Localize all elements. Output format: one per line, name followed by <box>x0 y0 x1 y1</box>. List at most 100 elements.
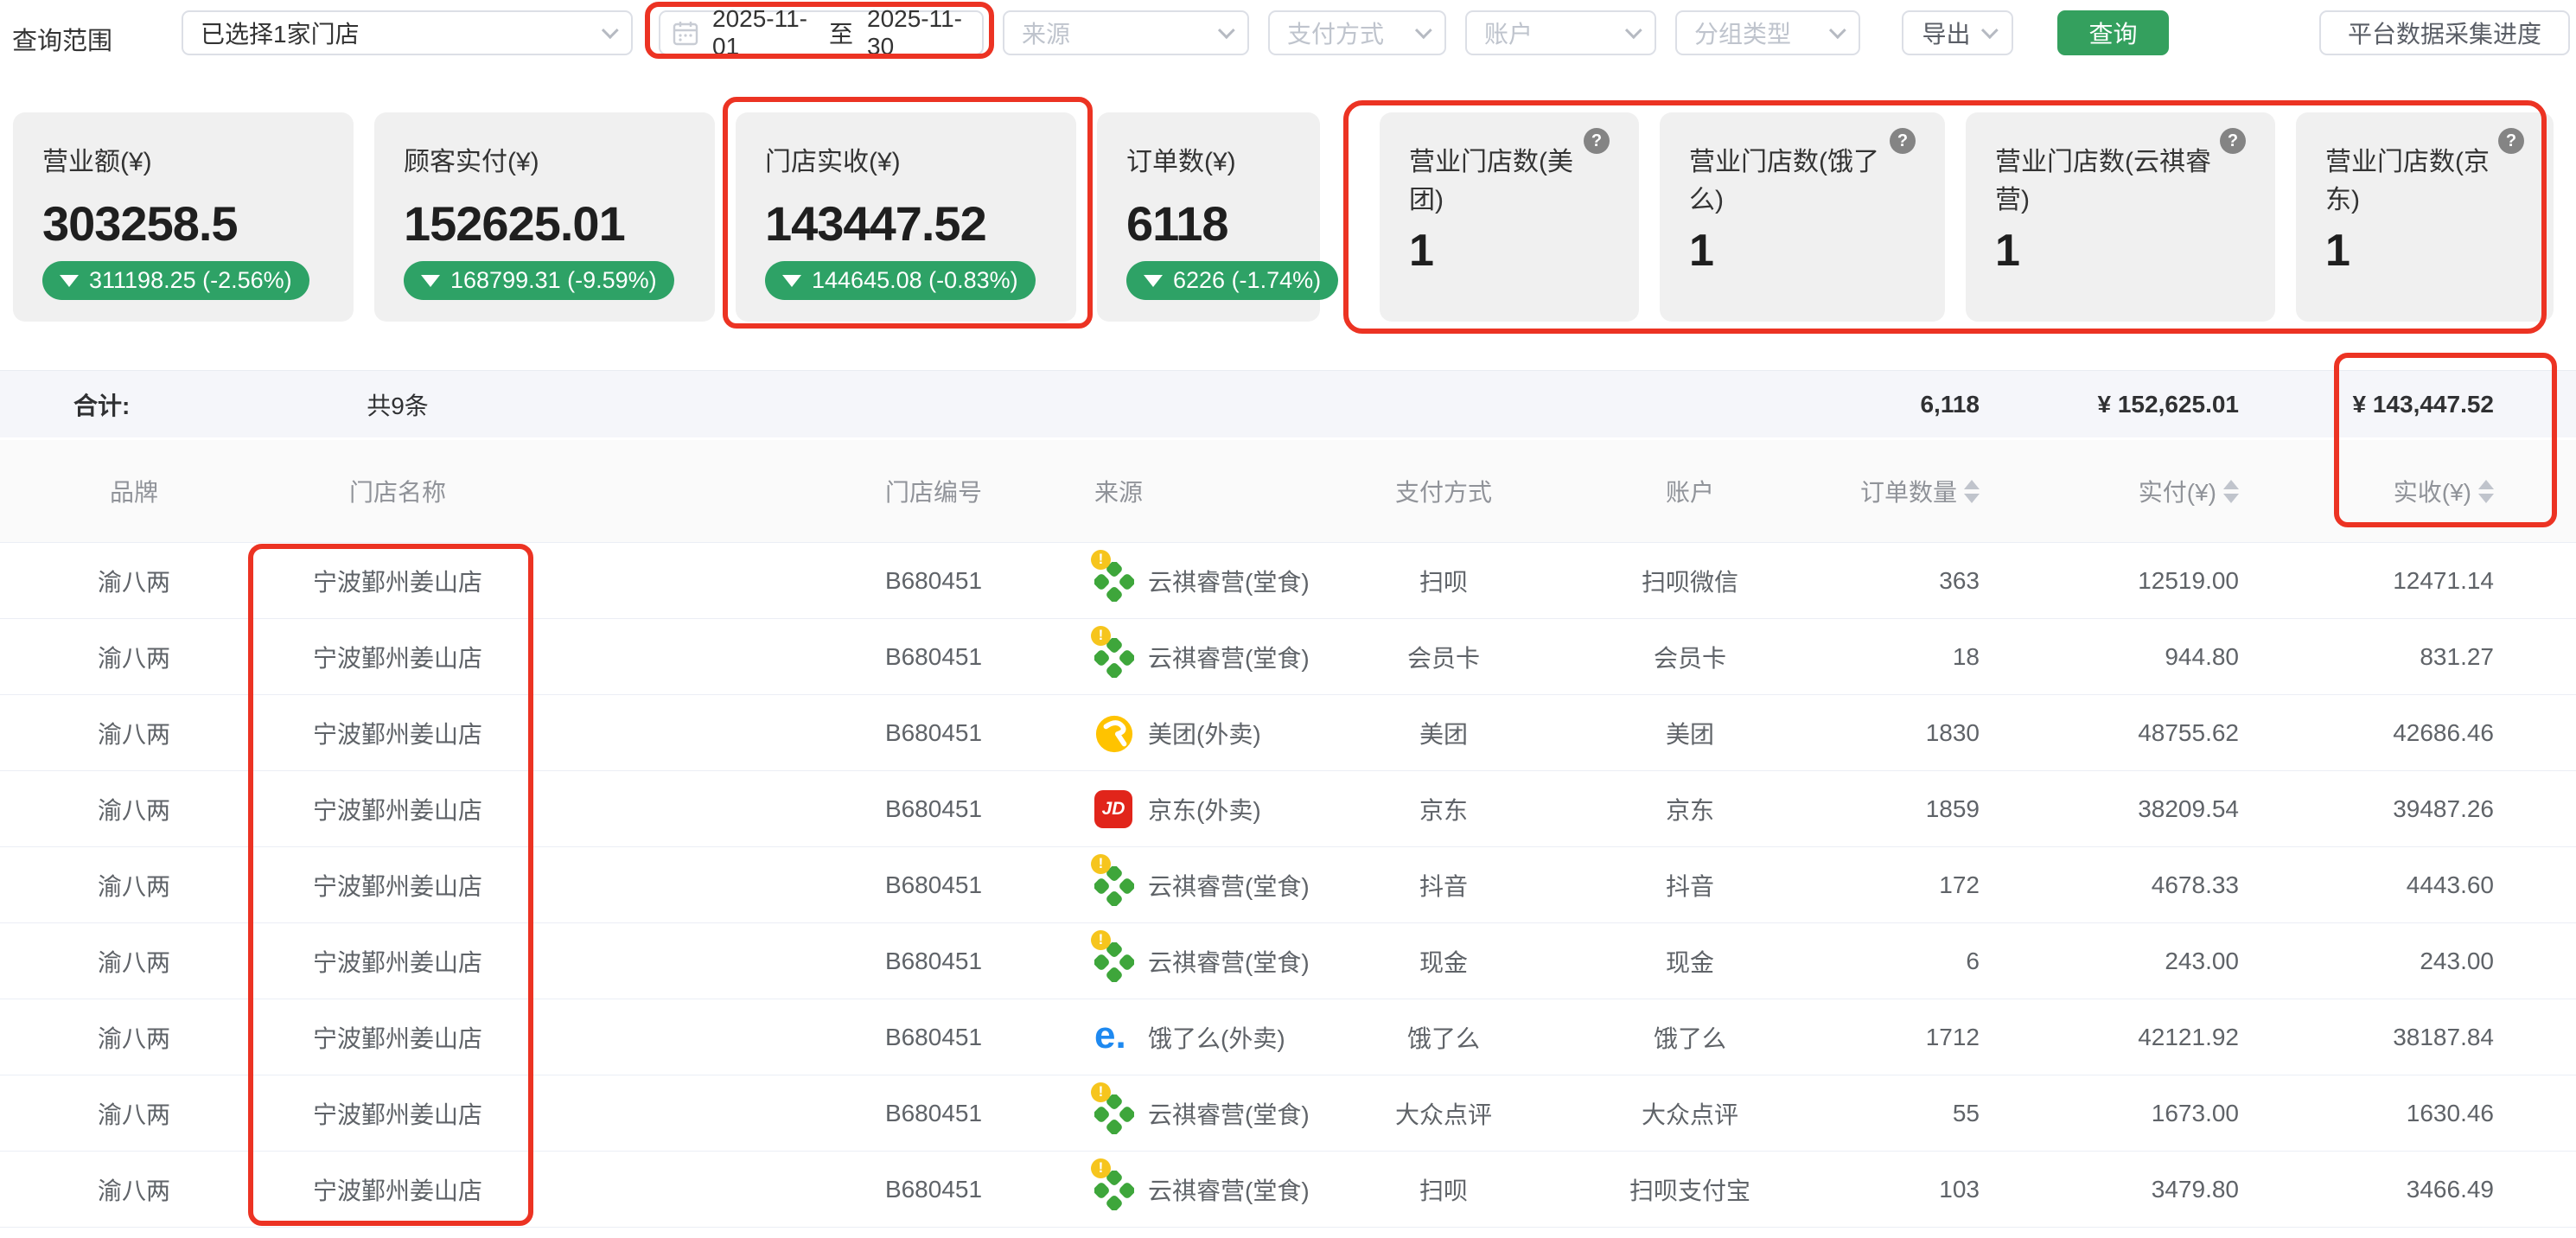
triangle-down-icon <box>60 275 79 287</box>
question-badge-icon[interactable]: ? <box>2498 128 2524 154</box>
column-header-source: 来源 <box>1081 474 1323 508</box>
payment-method-select[interactable]: 支付方式 <box>1268 10 1446 55</box>
received-cell: 1630.46 <box>2265 1100 2541 1127</box>
count-card-title: 营业门店数(美团) <box>1409 140 1580 216</box>
received-cell: 12471.14 <box>2265 567 2541 595</box>
column-header-received[interactable]: 实收(¥) <box>2265 474 2541 508</box>
store-name-cell: 宁波鄞州姜山店 <box>251 868 545 903</box>
stat-card-title: 营业额(¥) <box>42 140 324 178</box>
table-row: 渝八两 宁波鄞州姜山店 B680451 ! 云祺睿营(堂食) 现金 现金 6 2… <box>0 923 2576 999</box>
brand-cell: 渝八两 <box>17 868 251 903</box>
yunqi-dine-in-icon: ! <box>1094 865 1136 906</box>
summary-orders-total: 6,118 <box>1815 391 2005 418</box>
summary-row-count: 共9条 <box>251 387 545 422</box>
warning-badge-icon: ! <box>1091 1158 1111 1178</box>
account-cell: 现金 <box>1565 944 1815 979</box>
sort-icon[interactable] <box>2478 480 2494 503</box>
sort-icon[interactable] <box>2223 480 2239 503</box>
calendar-icon <box>673 20 698 46</box>
paid-cell: 1673.00 <box>2005 1100 2265 1127</box>
orders-cell: 363 <box>1815 567 2005 595</box>
query-button[interactable]: 查询 <box>2057 10 2169 55</box>
source-cell: e.饿了么(外卖) <box>1081 1017 1323 1058</box>
column-header-orders[interactable]: 订单数量 <box>1815 474 2005 508</box>
sales-table: 合计: 共9条 6,118 ¥ 152,625.01 ¥ 143,447.52 … <box>0 370 2576 1228</box>
account-cell: 京东 <box>1565 792 1815 826</box>
account-select-placeholder: 账户 <box>1484 16 1533 50</box>
stat-card-trend-badge: 168799.31 (-9.59%) <box>404 261 674 300</box>
column-header-brand: 品牌 <box>17 474 251 508</box>
column-header-label: 订单数量 <box>1860 474 1957 508</box>
store-name-cell: 宁波鄞州姜山店 <box>251 1020 545 1055</box>
orders-cell: 6 <box>1815 948 2005 975</box>
query-scope-label: 查询范围 <box>12 21 112 57</box>
stat-card: 订单数(¥) 6118 6226 (-1.74%) <box>1097 112 1320 322</box>
yunqi-dine-in-icon: ! <box>1094 1169 1136 1210</box>
brand-cell: 渝八两 <box>17 792 251 826</box>
question-badge-icon[interactable]: ? <box>1584 128 1610 154</box>
store-name-cell: 宁波鄞州姜山店 <box>251 640 545 674</box>
received-cell: 42686.46 <box>2265 719 2541 747</box>
payment-cell: 扫呗 <box>1323 1172 1565 1207</box>
source-cell: ! 云祺睿营(堂食) <box>1081 636 1323 678</box>
stat-card-delta: 168799.31 (-9.59%) <box>450 267 657 294</box>
source-cell: JD京东(外卖) <box>1081 788 1323 830</box>
sort-icon[interactable] <box>1964 480 1980 503</box>
store-count-card: 营业门店数(饿了么) ? 1 <box>1660 112 1945 322</box>
eleme-icon: e. <box>1094 1017 1136 1058</box>
brand-cell: 渝八两 <box>17 716 251 750</box>
question-badge-icon[interactable]: ? <box>1890 128 1916 154</box>
column-header-paid[interactable]: 实付(¥) <box>2005 474 2265 508</box>
platform-data-progress-button[interactable]: 平台数据采集进度 <box>2319 10 2570 55</box>
group-type-select[interactable]: 分组类型 <box>1675 10 1860 55</box>
payment-cell: 现金 <box>1323 944 1565 979</box>
account-cell: 美团 <box>1565 716 1815 750</box>
chevron-down-icon <box>1625 22 1642 39</box>
count-card-value: 1 <box>1995 225 2019 277</box>
paid-cell: 42121.92 <box>2005 1024 2265 1051</box>
paid-cell: 4678.33 <box>2005 871 2265 899</box>
store-name-cell: 宁波鄞州姜山店 <box>251 944 545 979</box>
export-button-label: 导出 <box>1922 16 1970 50</box>
date-range-input[interactable]: 2025-11-01 至 2025-11-30 <box>659 10 984 55</box>
brand-cell: 渝八两 <box>17 640 251 674</box>
payment-cell: 京东 <box>1323 792 1565 826</box>
question-badge-icon[interactable]: ? <box>2220 128 2246 154</box>
yunqi-dine-in-icon: ! <box>1094 636 1136 678</box>
account-cell: 大众点评 <box>1565 1096 1815 1131</box>
received-cell: 4443.60 <box>2265 871 2541 899</box>
chevron-down-icon <box>1829 22 1846 39</box>
stat-card-value: 303258.5 <box>42 195 238 252</box>
column-header-store-no: 门店编号 <box>545 474 1081 508</box>
count-card-value: 1 <box>1689 225 1713 277</box>
payment-select-placeholder: 支付方式 <box>1287 16 1384 50</box>
source-label: 云祺睿营(堂食) <box>1148 944 1310 979</box>
count-card-title: 营业门店数(京东) <box>2325 140 2495 216</box>
received-cell: 243.00 <box>2265 948 2541 975</box>
paid-cell: 12519.00 <box>2005 567 2265 595</box>
table-row: 渝八两 宁波鄞州姜山店 B680451 ! 云祺睿营(堂食) 会员卡 会员卡 1… <box>0 619 2576 695</box>
triangle-down-icon <box>1144 275 1163 287</box>
store-no-cell: B680451 <box>545 1100 1081 1127</box>
stat-card-trend-badge: 6226 (-1.74%) <box>1126 261 1338 300</box>
query-button-label: 查询 <box>2088 16 2137 50</box>
source-label: 云祺睿营(堂食) <box>1148 868 1310 903</box>
stat-card-trend-badge: 311198.25 (-2.56%) <box>42 261 309 300</box>
source-select[interactable]: 来源 <box>1003 10 1249 55</box>
warning-badge-icon: ! <box>1091 550 1111 570</box>
store-count-card: 营业门店数(京东) ? 1 <box>2296 112 2554 322</box>
column-header-account: 账户 <box>1565 474 1815 508</box>
count-card-title: 营业门店数(云祺睿营) <box>1995 140 2216 216</box>
store-select[interactable]: 已选择1家门店 <box>182 10 633 55</box>
jd-icon: JD <box>1094 788 1136 830</box>
chevron-down-icon <box>1415 22 1432 39</box>
date-start-value: 2025-11-01 <box>712 5 815 61</box>
paid-cell: 944.80 <box>2005 643 2265 671</box>
meituan-icon <box>1094 712 1136 754</box>
chevron-down-icon <box>602 22 619 39</box>
export-button[interactable]: 导出 <box>1902 10 2013 55</box>
account-select[interactable]: 账户 <box>1465 10 1656 55</box>
stat-card-value: 6118 <box>1126 195 1228 252</box>
stat-card-title: 顾客实付(¥) <box>404 140 685 178</box>
summary-received-total: ¥ 143,447.52 <box>2265 391 2541 418</box>
